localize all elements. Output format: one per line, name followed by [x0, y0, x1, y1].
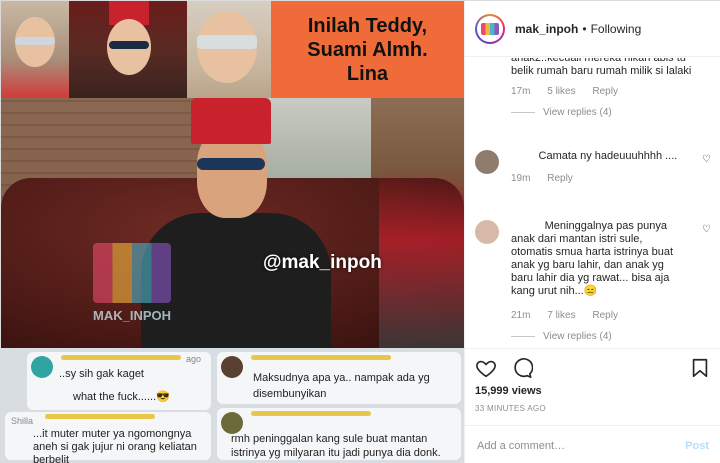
add-comment-bar: Post [465, 425, 720, 463]
post-header: mak_inpoh • Following [465, 1, 720, 57]
video-top-strip: Inilah Teddy, Suami Almh. Lina [1, 1, 464, 98]
view-replies-button[interactable]: View replies (4) [511, 107, 711, 118]
video-comment-4: rmh peninggalan kang sule buat mantan is… [217, 408, 461, 460]
post-video[interactable]: Inilah Teddy, Suami Almh. Lina MAK_INPOH… [1, 1, 464, 463]
reply-button[interactable]: Reply [592, 86, 618, 97]
comment-meta: 19m Reply [511, 173, 681, 184]
comment-time: 19m [511, 173, 531, 184]
instagram-post-frame: Inilah Teddy, Suami Almh. Lina MAK_INPOH… [0, 0, 720, 463]
video-comment-1: ago ..sy sih gak kaget what the fuck....… [27, 352, 211, 410]
video-scene: MAK_INPOH @mak_inpoh [1, 98, 464, 348]
view-count[interactable]: 15,999 views [475, 385, 542, 397]
username-link[interactable]: mak_inpoh [515, 22, 578, 36]
comment-likes[interactable]: 5 likes [547, 86, 575, 97]
view-replies-button[interactable]: View replies (4) [511, 331, 681, 342]
video-comment-3: Shilla ...it muter muter ya ngomongnya a… [5, 412, 211, 463]
commenter-name[interactable] [511, 150, 535, 162]
comment-item: Meninggalnya pas punya anak dari mantan … [475, 220, 715, 342]
person-sunglasses [197, 158, 265, 170]
thumb-person-3 [187, 1, 271, 98]
video-watermark: @mak_inpoh [263, 252, 382, 273]
commenter-avatar[interactable] [475, 220, 499, 244]
comment-item: Camata ny hadeuuuhhhh .... 19m Reply ♡ [475, 150, 715, 184]
post-actions: 15,999 views 33 MINUTES AGO Post [465, 348, 720, 463]
logo-mark [93, 243, 171, 303]
exercise-bike [379, 168, 464, 348]
following-button[interactable]: Following [591, 22, 642, 36]
person-hat [191, 98, 271, 144]
like-comment-heart-icon[interactable]: ♡ [702, 224, 711, 235]
bookmark-icon[interactable] [689, 357, 711, 379]
like-comment-heart-icon[interactable]: ♡ [702, 154, 711, 165]
reply-button[interactable]: Reply [592, 310, 618, 321]
post-timestamp[interactable]: 33 MINUTES AGO [475, 404, 546, 413]
video-comment-screenshots: ago ..sy sih gak kaget what the fuck....… [1, 348, 464, 463]
video-title-box: Inilah Teddy, Suami Almh. Lina [271, 1, 464, 98]
avatar[interactable] [475, 13, 505, 44]
comment-time: 21m [511, 310, 531, 321]
logo-mark-text: MAK_INPOH [93, 308, 172, 323]
like-heart-icon[interactable] [475, 357, 497, 379]
comment-text: anak2..kecuali mereka nikah abis tu beli… [511, 58, 692, 77]
comment-text: Camata ny hadeuuuhhhh .... [511, 150, 681, 163]
thumb-person-1 [1, 1, 69, 98]
commenter-name[interactable] [511, 220, 542, 232]
commenter-avatar[interactable] [475, 150, 499, 174]
comment-bubble-icon[interactable] [511, 357, 533, 379]
comment-item: anak2..kecuali mereka nikah abis tu beli… [511, 58, 711, 118]
add-comment-input[interactable] [477, 439, 657, 452]
comment-text: Meninggalnya pas punya anak dari mantan … [511, 220, 674, 297]
comment-list[interactable]: anak2..kecuali mereka nikah abis tu beli… [465, 58, 720, 348]
post-side-panel: mak_inpoh • Following anak2..kecuali mer… [464, 1, 720, 463]
comment-meta: 21m 7 likes Reply [511, 310, 681, 321]
separator-dot: • [582, 21, 587, 36]
video-title-text: Inilah Teddy, Suami Almh. Lina [307, 14, 428, 85]
comment-time: 17m [511, 86, 531, 97]
reply-button[interactable]: Reply [547, 173, 573, 184]
comment-likes[interactable]: 7 likes [547, 310, 575, 321]
post-comment-button[interactable]: Post [685, 440, 709, 452]
video-comment-2: Maksudnya apa ya.. nampak ada yg disembu… [217, 352, 461, 404]
comment-meta: 17m 5 likes Reply [511, 86, 711, 97]
thumb-person-2 [69, 1, 187, 98]
